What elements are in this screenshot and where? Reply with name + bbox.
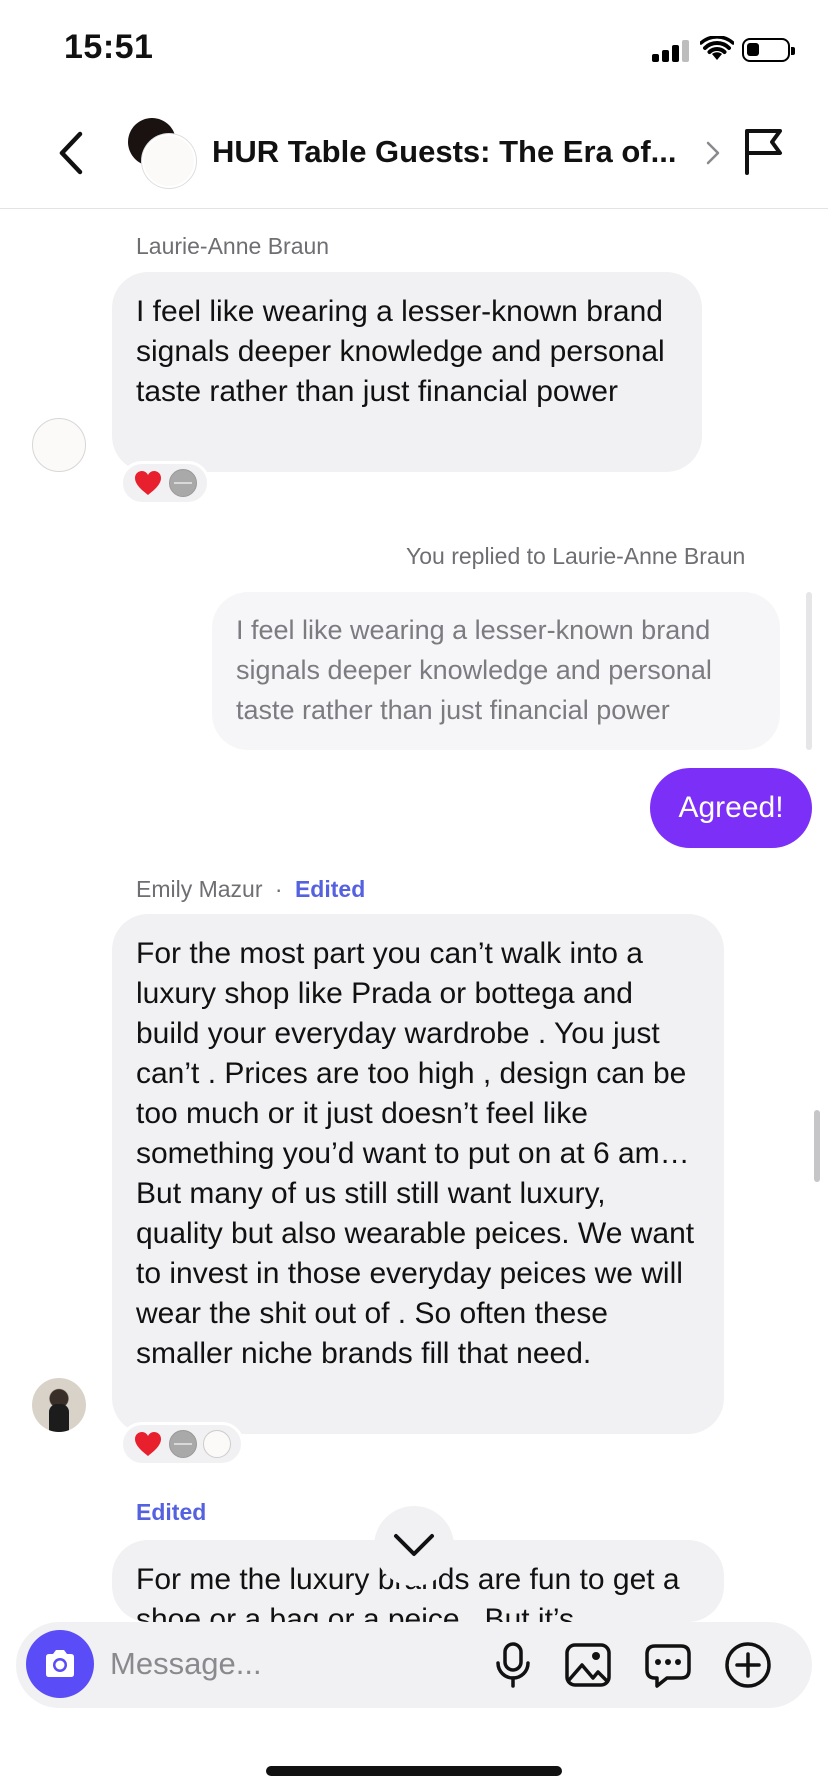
camera-icon	[46, 1650, 74, 1677]
message-bubble[interactable]: I feel like wearing a lesser-known brand…	[112, 272, 702, 472]
quoted-message[interactable]: I feel like wearing a lesser-known brand…	[212, 592, 780, 750]
flag-icon[interactable]	[742, 126, 786, 176]
sender-avatar[interactable]	[32, 418, 86, 472]
back-chevron-icon[interactable]	[56, 130, 86, 176]
group-avatar[interactable]	[128, 118, 196, 188]
wifi-icon	[700, 36, 734, 60]
chevron-right-icon[interactable]	[704, 140, 722, 166]
scroll-to-bottom-button[interactable]	[374, 1506, 454, 1586]
status-time: 15:51	[64, 28, 154, 66]
battery-icon	[742, 38, 795, 62]
reactor-avatar	[203, 1430, 231, 1458]
microphone-icon[interactable]	[488, 1640, 538, 1690]
sender-line: Emily Mazur · Edited	[136, 876, 365, 903]
sender-name: Laurie-Anne Braun	[136, 233, 330, 259]
chat-title[interactable]: HUR Table Guests: The Era of...	[212, 134, 702, 170]
separator-dot: ·	[274, 876, 283, 902]
group-avatar-2	[142, 134, 196, 188]
outgoing-message[interactable]: Agreed!	[650, 768, 812, 848]
heart-reaction-icon	[135, 471, 161, 495]
reply-scroll-track	[806, 592, 812, 750]
reply-context: You replied to Laurie-Anne Braun	[406, 543, 746, 569]
chat-bubble-icon[interactable]	[643, 1640, 693, 1690]
edited-label[interactable]: Edited	[136, 1499, 206, 1526]
scrollbar-thumb[interactable]	[814, 1110, 820, 1182]
reactor-avatar	[169, 1430, 197, 1458]
message-input[interactable]	[110, 1636, 470, 1692]
sender-avatar[interactable]	[32, 1378, 86, 1432]
message-reactions[interactable]	[120, 1422, 244, 1466]
chevron-down-icon	[394, 1534, 434, 1556]
plus-circle-icon[interactable]	[723, 1640, 773, 1690]
edited-label[interactable]: Edited	[295, 876, 365, 902]
heart-reaction-icon	[135, 1432, 161, 1456]
message-reactions[interactable]	[120, 461, 210, 505]
image-icon[interactable]	[563, 1640, 613, 1690]
message-bubble[interactable]: For the most part you can’t walk into a …	[112, 914, 724, 1434]
cellular-signal-icon	[652, 40, 690, 62]
camera-button[interactable]	[26, 1630, 94, 1698]
sender-name: Emily Mazur	[136, 876, 263, 902]
reactor-avatar	[169, 469, 197, 497]
home-indicator	[266, 1766, 562, 1776]
